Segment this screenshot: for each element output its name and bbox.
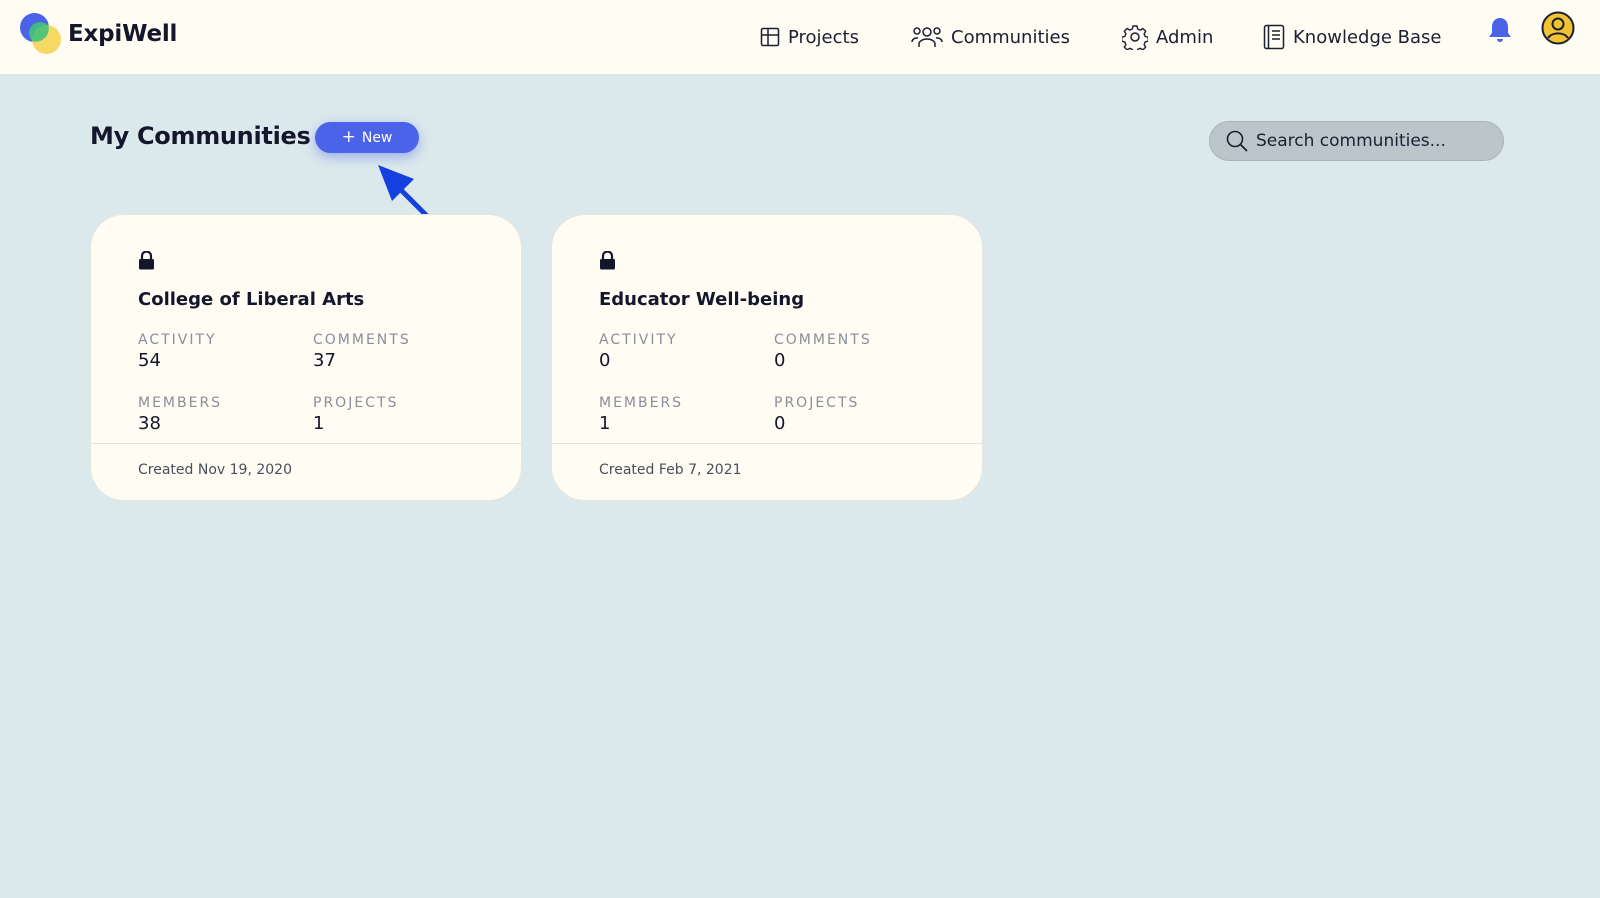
book-icon xyxy=(1263,24,1285,50)
stat-activity: ACTIVITY 54 xyxy=(138,332,217,371)
stat-value: 37 xyxy=(313,350,336,371)
stat-value: 54 xyxy=(138,350,161,371)
lock-icon xyxy=(139,251,154,270)
bell-icon[interactable] xyxy=(1487,16,1513,44)
search-box[interactable] xyxy=(1209,121,1504,161)
stat-value: 1 xyxy=(599,413,611,434)
stat-label: MEMBERS xyxy=(138,395,223,411)
stat-label: COMMENTS xyxy=(774,332,872,348)
created-date: Created Nov 19, 2020 xyxy=(138,462,292,478)
nav-projects-label: Projects xyxy=(788,26,859,48)
nav-knowledge-base-label: Knowledge Base xyxy=(1293,26,1442,48)
stat-activity: ACTIVITY 0 xyxy=(599,332,678,371)
stat-label: PROJECTS xyxy=(774,395,860,411)
stat-projects: PROJECTS 0 xyxy=(774,395,859,434)
nav-communities-label: Communities xyxy=(951,26,1070,48)
nav-knowledge-base[interactable]: Knowledge Base xyxy=(1263,0,1442,74)
community-card[interactable]: College of Liberal Arts ACTIVITY 54 COMM… xyxy=(90,214,522,501)
stat-members: MEMBERS 38 xyxy=(138,395,222,434)
community-name[interactable]: Educator Well-being xyxy=(599,289,804,310)
stat-label: ACTIVITY xyxy=(599,332,678,348)
stat-label: COMMENTS xyxy=(313,332,411,348)
stat-comments: COMMENTS 37 xyxy=(313,332,411,371)
community-card[interactable]: Educator Well-being ACTIVITY 0 COMMENTS … xyxy=(551,214,983,501)
page-title: My Communities xyxy=(90,122,311,150)
brand-name: ExpiWell xyxy=(68,20,178,47)
new-button-label: New xyxy=(361,129,393,146)
stat-label: ACTIVITY xyxy=(138,332,217,348)
stat-value: 0 xyxy=(774,413,786,434)
stat-members: MEMBERS 1 xyxy=(599,395,683,434)
stat-comments: COMMENTS 0 xyxy=(774,332,872,371)
gear-icon xyxy=(1122,25,1148,50)
stat-projects: PROJECTS 1 xyxy=(313,395,398,434)
stat-label: MEMBERS xyxy=(599,395,684,411)
top-navbar: ExpiWell Projects Communities Admin Know… xyxy=(0,0,1600,74)
stat-value: 38 xyxy=(138,413,161,434)
stat-value: 0 xyxy=(599,350,611,371)
brand[interactable]: ExpiWell xyxy=(19,12,177,55)
nav-projects[interactable]: Projects xyxy=(760,0,859,74)
community-name[interactable]: College of Liberal Arts xyxy=(138,289,364,310)
stat-value: 1 xyxy=(313,413,325,434)
search-input[interactable] xyxy=(1256,131,1496,151)
nav-communities[interactable]: Communities xyxy=(911,0,1070,74)
nav-admin-label: Admin xyxy=(1156,26,1214,48)
stat-label: PROJECTS xyxy=(313,395,399,411)
expiwell-logo-icon xyxy=(19,12,62,55)
grid-icon xyxy=(760,27,780,47)
search-icon xyxy=(1226,130,1248,152)
new-community-button[interactable]: + New xyxy=(315,122,419,153)
card-divider xyxy=(552,443,982,444)
created-date: Created Feb 7, 2021 xyxy=(599,462,742,478)
card-divider xyxy=(91,443,521,444)
user-avatar-icon[interactable] xyxy=(1541,11,1575,45)
stat-value: 0 xyxy=(774,350,786,371)
nav-admin[interactable]: Admin xyxy=(1122,0,1213,74)
lock-icon xyxy=(600,251,615,270)
plus-icon: + xyxy=(341,127,356,147)
people-icon xyxy=(911,27,943,47)
